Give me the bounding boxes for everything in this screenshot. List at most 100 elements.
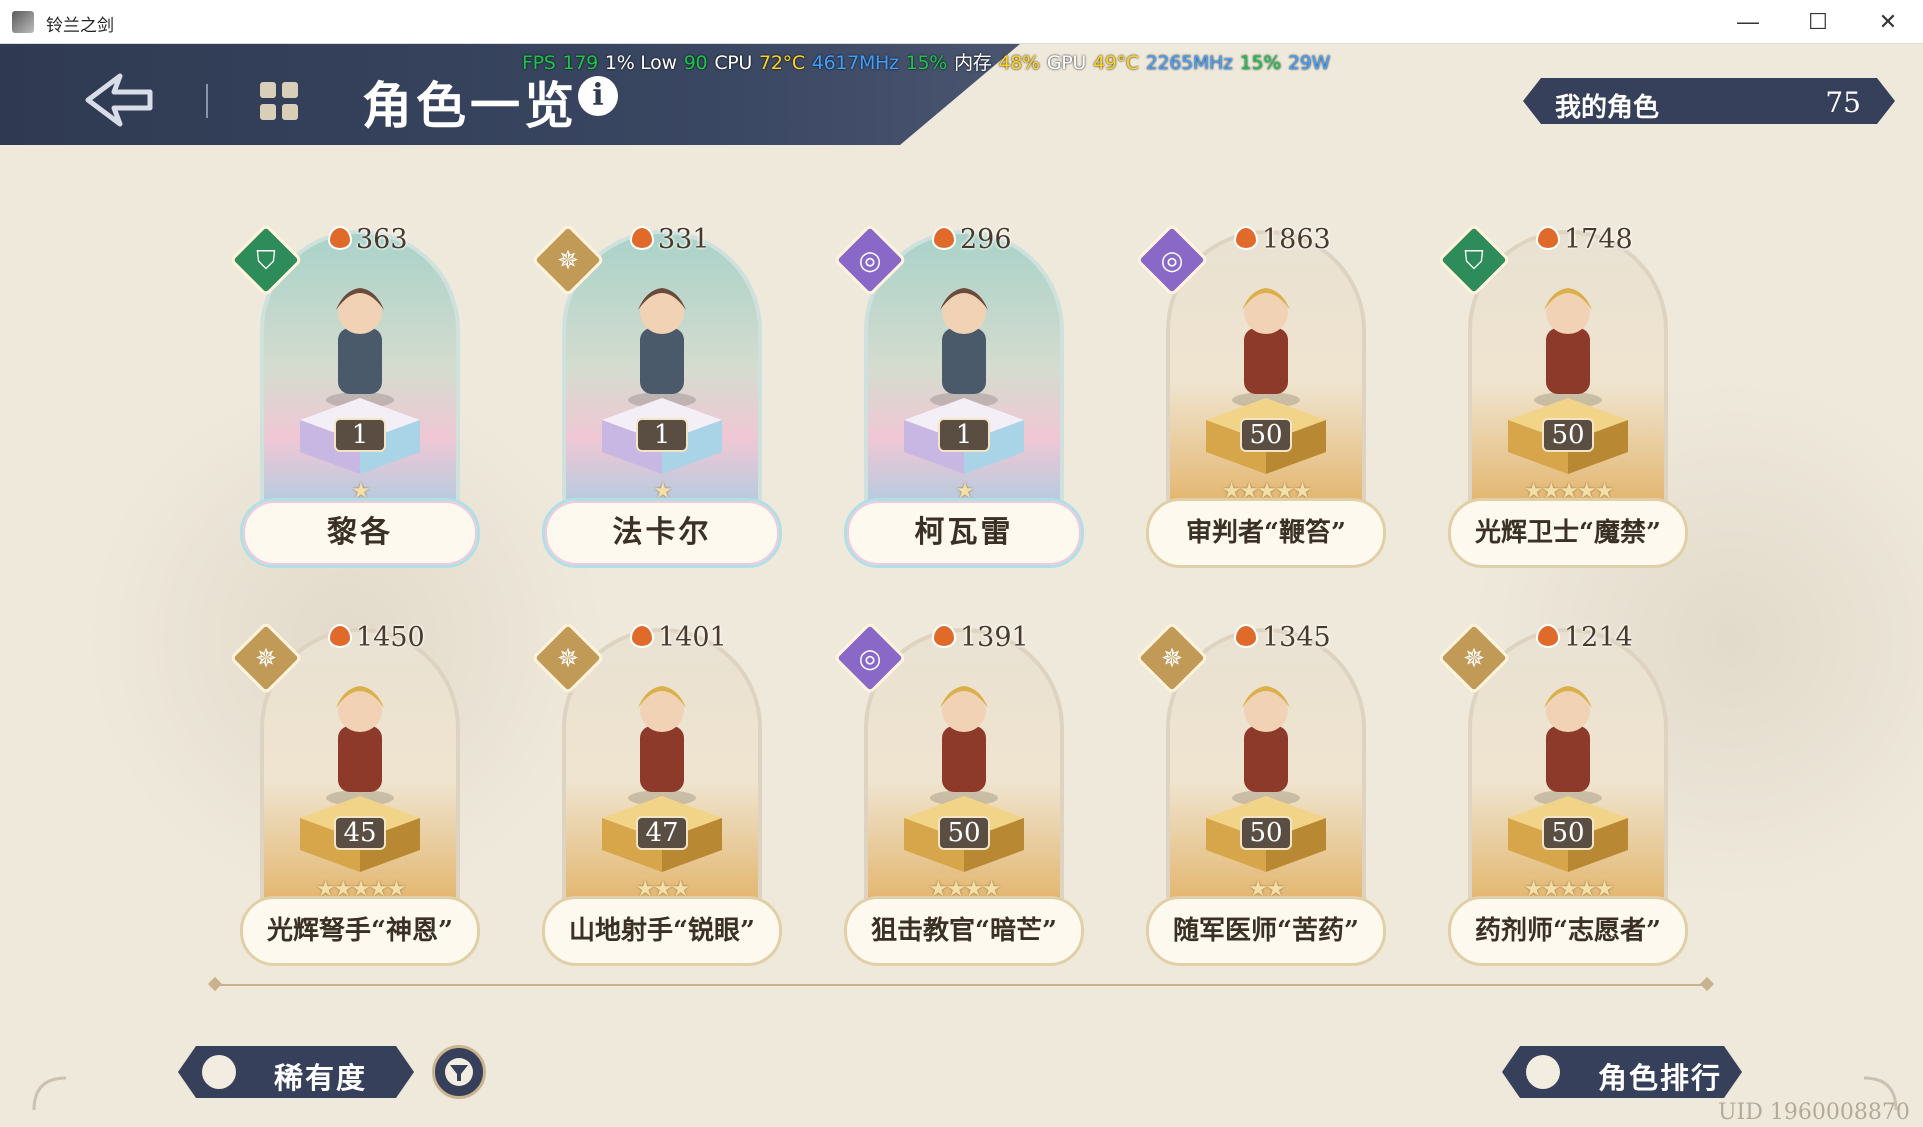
- combat-power: 1863: [1234, 224, 1331, 255]
- fps-overlay-item: 内存: [954, 52, 992, 74]
- combat-power-value: 1748: [1564, 224, 1633, 255]
- character-card[interactable]: 50 ★★★★ 1391 ◎ 狙击教官“暗芒”: [833, 608, 1084, 966]
- spiral-icon: ◎: [858, 245, 882, 275]
- character-name: 狙击教官“暗芒”: [844, 896, 1084, 966]
- ranking-chart-icon: [1526, 1055, 1560, 1089]
- header-divider: [206, 84, 208, 118]
- compass-icon: ✵: [255, 643, 277, 673]
- character-card[interactable]: 45 ★★★★★ 1450 ✵ 光辉弩手“神恩”: [229, 608, 480, 966]
- combat-power: 1345: [1234, 622, 1331, 653]
- character-name: 药剂师“志愿者”: [1448, 896, 1688, 966]
- combat-power: 363: [328, 224, 408, 255]
- fps-overlay-item: 2265MHz: [1145, 52, 1233, 74]
- combat-power: 1450: [328, 622, 425, 653]
- rarity-sort-button[interactable]: 稀有度: [178, 1046, 414, 1098]
- fps-overlay-item: 49°C: [1093, 52, 1139, 74]
- level-badge: 50: [1542, 816, 1594, 850]
- flame-icon: [328, 226, 352, 250]
- shield-icon: ⛉: [256, 245, 276, 275]
- combat-power-value: 1214: [1564, 622, 1633, 653]
- combat-power-value: 1401: [658, 622, 727, 653]
- character-card[interactable]: 47 ★★★ 1401 ✵ 山地射手“锐眼”: [531, 608, 782, 966]
- fps-overlay-item: 179: [562, 52, 599, 74]
- character-portrait: [930, 686, 998, 806]
- combat-power: 331: [630, 224, 710, 255]
- fps-overlay-item: CPU: [714, 52, 753, 74]
- flame-icon: [1536, 624, 1560, 648]
- character-name: 柯瓦雷: [844, 498, 1084, 568]
- menu-grid-icon[interactable]: [256, 78, 302, 124]
- combat-power-value: 1863: [1262, 224, 1331, 255]
- flame-icon: [630, 624, 654, 648]
- combat-power: 1391: [932, 622, 1029, 653]
- fps-overlay-item: FPS: [522, 52, 556, 74]
- character-name: 法卡尔: [542, 498, 782, 568]
- level-badge: 50: [1240, 816, 1292, 850]
- fps-overlay-item: 15%: [905, 52, 948, 74]
- character-name: 山地射手“锐眼”: [542, 896, 782, 966]
- character-card[interactable]: 50 ★★ 1345 ✵ 随军医师“苦药”: [1135, 608, 1386, 966]
- combat-power-value: 1391: [960, 622, 1029, 653]
- compass-icon: ✵: [1463, 643, 1485, 673]
- my-characters-count: 75: [1825, 86, 1861, 119]
- level-badge: 1: [938, 418, 990, 452]
- character-name: 黎各: [240, 498, 480, 568]
- info-icon[interactable]: i: [578, 76, 618, 116]
- rarity-sort-label: 稀有度: [274, 1061, 368, 1095]
- combat-power: 1748: [1536, 224, 1633, 255]
- character-portrait: [326, 288, 394, 408]
- character-portrait: [1534, 288, 1602, 408]
- character-card[interactable]: 50 ★★★★★ 1748 ⛉ 光辉卫士“魔禁”: [1437, 210, 1688, 568]
- my-characters-label: 我的角色: [1555, 93, 1660, 123]
- close-button[interactable]: ✕: [1853, 0, 1923, 44]
- fps-overlay-item: 29W: [1288, 52, 1331, 74]
- bar-chart-icon: [202, 1055, 236, 1089]
- character-name: 光辉卫士“魔禁”: [1448, 498, 1688, 568]
- character-name: 审判者“鞭笞”: [1146, 498, 1386, 568]
- flame-icon: [932, 226, 956, 250]
- character-ranking-label: 角色排行: [1598, 1061, 1723, 1095]
- character-portrait: [628, 288, 696, 408]
- combat-power-value: 296: [960, 224, 1012, 255]
- maximize-button[interactable]: ☐: [1783, 0, 1853, 44]
- divider-end-icon: [207, 976, 223, 992]
- character-portrait: [930, 288, 998, 408]
- spiral-icon: ◎: [1160, 245, 1184, 275]
- back-arrow-icon[interactable]: [80, 70, 160, 130]
- level-badge: 47: [636, 816, 688, 850]
- combat-power-value: 331: [658, 224, 710, 255]
- level-badge: 50: [1542, 418, 1594, 452]
- character-ranking-button[interactable]: 角色排行: [1502, 1046, 1742, 1098]
- page-title: 角色一览: [362, 77, 578, 135]
- game-canvas: 角色一览 i FPS 179 1% Low 90 CPU 72°C 4617MHz 15% 内存…: [0, 44, 1923, 1127]
- character-card[interactable]: 1 ★ 296 ◎ 柯瓦雷: [833, 210, 1084, 568]
- flame-icon: [932, 624, 956, 648]
- app-icon: [12, 11, 34, 33]
- character-portrait: [326, 686, 394, 806]
- corner-ornament-icon: [32, 1076, 67, 1111]
- flame-icon: [1536, 226, 1560, 250]
- flame-icon: [1234, 226, 1258, 250]
- character-card[interactable]: 50 ★★★★★ 1863 ◎ 审判者“鞭笞”: [1135, 210, 1386, 568]
- filter-button[interactable]: [432, 1045, 486, 1099]
- fps-overlay-item: 1% Low: [604, 52, 677, 74]
- character-card[interactable]: 1 ★ 331 ✵ 法卡尔: [531, 210, 782, 568]
- shield-icon: ⛉: [1464, 245, 1484, 275]
- level-badge: 1: [334, 418, 386, 452]
- compass-icon: ✵: [557, 643, 579, 673]
- level-badge: 50: [1240, 418, 1292, 452]
- divider-end-icon: [1699, 976, 1715, 992]
- minimize-button[interactable]: —: [1713, 0, 1783, 44]
- flame-icon: [1234, 624, 1258, 648]
- window-title: 铃兰之剑: [46, 16, 114, 35]
- fps-overlay-item: 4617MHz: [811, 52, 899, 74]
- character-portrait: [1232, 288, 1300, 408]
- character-card[interactable]: 50 ★★★★★ 1214 ✵ 药剂师“志愿者”: [1437, 608, 1688, 966]
- character-portrait: [628, 686, 696, 806]
- character-card[interactable]: 1 ★ 363 ⛉ 黎各: [229, 210, 480, 568]
- character-portrait: [1534, 686, 1602, 806]
- combat-power: 296: [932, 224, 1012, 255]
- character-name: 光辉弩手“神恩”: [240, 896, 480, 966]
- character-portrait: [1232, 686, 1300, 806]
- spiral-icon: ◎: [858, 643, 882, 673]
